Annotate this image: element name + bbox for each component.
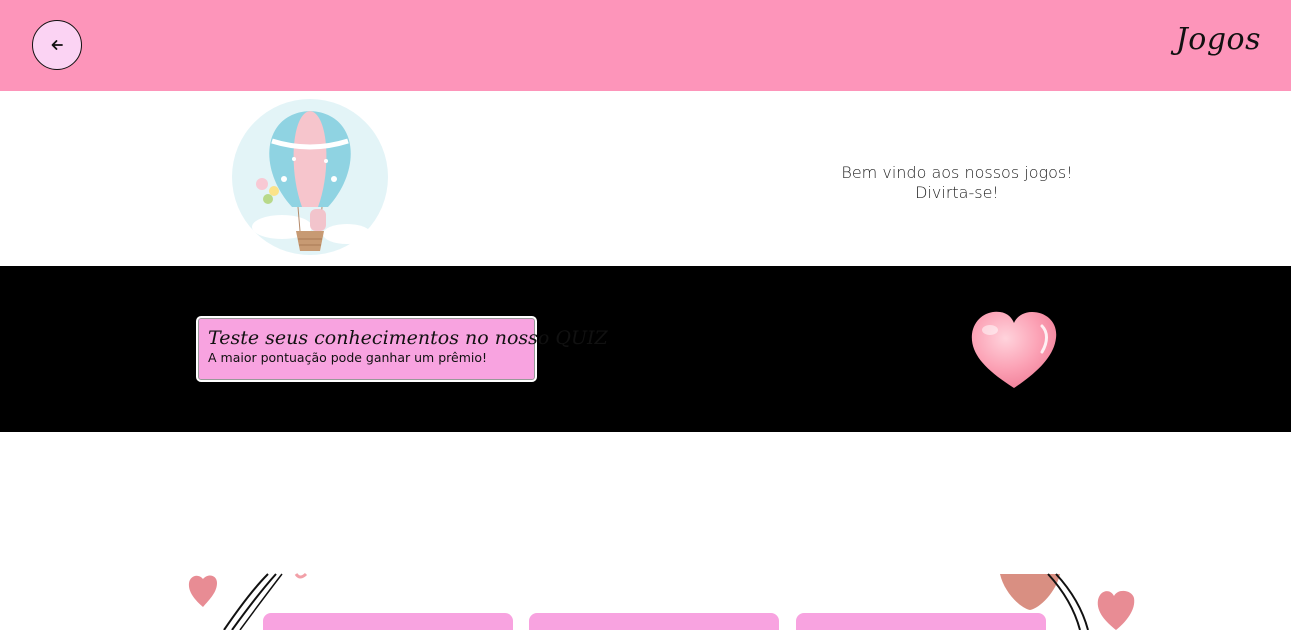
game-card-2[interactable]: [529, 613, 779, 630]
heart-icon: [188, 575, 217, 607]
balloon-icon: [1000, 574, 1060, 610]
arrow-left-icon: [51, 40, 63, 50]
welcome-line-1: Bem vindo aos nossos jogos!: [841, 163, 1073, 182]
top-header: Jogos: [0, 0, 1291, 91]
pink-heart-illustration: [971, 311, 1057, 388]
page-title: Jogos: [1175, 22, 1261, 57]
quiz-section: Teste seus conhecimentos no nosso QUIZ A…: [0, 266, 1291, 432]
welcome-section: Bem vindo aos nossos jogos! Divirta-se!: [0, 91, 1291, 266]
game-card-1[interactable]: [263, 613, 513, 630]
welcome-message: Bem vindo aos nossos jogos! Divirta-se!: [800, 163, 1114, 203]
quiz-title: Teste seus conhecimentos no nosso QUIZ: [208, 327, 608, 349]
quiz-subtitle: A maior pontuação pode ganhar um prêmio!: [208, 350, 487, 365]
decorative-background: [188, 572, 1135, 630]
back-button[interactable]: [32, 20, 82, 70]
quiz-card-button[interactable]: Teste seus conhecimentos no nosso QUIZ A…: [196, 316, 608, 382]
games-area: [0, 432, 1291, 630]
hot-air-balloon-illustration: [232, 99, 388, 255]
game-card-3[interactable]: [796, 613, 1046, 630]
welcome-line-2: Divirta-se!: [915, 183, 999, 202]
